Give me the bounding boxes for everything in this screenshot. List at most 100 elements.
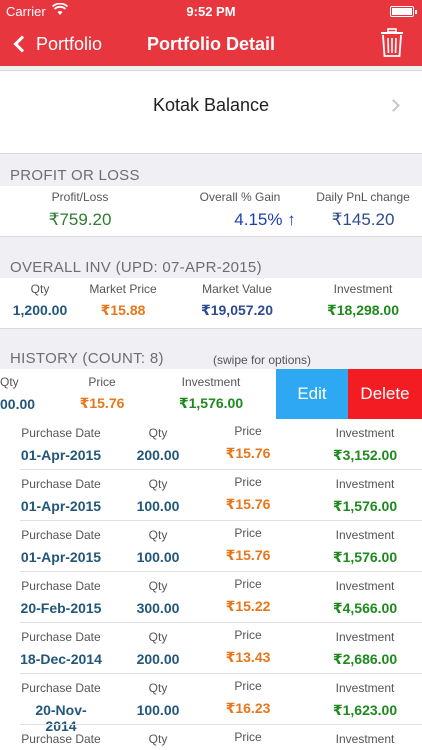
price-label: Price: [88, 375, 116, 389]
market-price-value: ₹15.88: [100, 302, 146, 318]
divider: [0, 153, 422, 154]
qty-label: Qty: [148, 579, 168, 593]
price-value: ₹15.76: [225, 496, 271, 512]
investment-label: Investment: [333, 282, 393, 296]
purchase-date-value: 01-Apr-2015: [20, 498, 102, 514]
daily-value: ₹145.20: [331, 210, 395, 229]
price-value: ₹15.22: [225, 598, 271, 614]
battery-icon: [390, 6, 417, 17]
table-row[interactable]: Purchase Date Qty Price Investment: [0, 725, 422, 750]
purchase-date-label: Purchase Date: [21, 579, 101, 593]
purchase-date-label: Purchase Date: [21, 732, 101, 746]
arrow-up-icon: ↑: [287, 210, 296, 229]
qty-label: Qty: [148, 732, 168, 746]
pnl-section-title: PROFIT OR LOSS: [10, 167, 140, 184]
qty-label: Qty: [0, 375, 19, 389]
investment-value: ₹1,576.00: [332, 549, 398, 565]
investment-value: ₹1,623.00: [332, 702, 398, 718]
purchase-date-value: 20-Feb-2015: [20, 600, 102, 616]
qty-label: Qty: [148, 477, 168, 491]
qty-value: 100.00: [136, 498, 180, 514]
overall-section-title: OVERALL INV (UPD: 07-APR-2015): [10, 259, 262, 276]
investment-value: ₹4,566.00: [332, 600, 398, 616]
table-row[interactable]: Purchase Date 01-Apr-2015 Qty 200.00 Price…: [0, 419, 422, 470]
purchase-date-label: Purchase Date: [21, 477, 101, 491]
investment-label: Investment: [335, 630, 395, 644]
price-label: Price: [234, 730, 262, 744]
price-value: ₹15.76: [79, 395, 125, 411]
price-label: Price: [234, 526, 262, 540]
clock: 9:52 PM: [186, 4, 236, 19]
overall-qty-value: 1,200.00: [12, 302, 68, 318]
qty-label: Qty: [148, 681, 168, 695]
history-row-swiped[interactable]: Qty 00.00 Price ₹15.76 Investment ₹1,576…: [0, 369, 422, 419]
price-label: Price: [234, 628, 262, 642]
table-row[interactable]: Purchase Date 01-Apr-2015 Qty 100.00 Price…: [0, 521, 422, 572]
back-label: Portfolio: [36, 33, 103, 54]
stock-row[interactable]: Kotak Balance: [0, 71, 422, 153]
market-price-label: Market Price: [89, 282, 157, 296]
price-label: Price: [234, 475, 262, 489]
overall-qty-label: Qty: [30, 282, 50, 296]
purchase-date-label: Purchase Date: [21, 681, 101, 695]
investment-value: ₹1,576.00: [332, 498, 398, 514]
price-label: Price: [234, 424, 262, 438]
investment-value: ₹1,576.00: [178, 395, 244, 411]
investment-value: ₹3,152.00: [332, 447, 398, 463]
edit-button[interactable]: Edit: [276, 369, 348, 419]
purchase-date-label: Purchase Date: [21, 426, 101, 440]
table-row[interactable]: Purchase Date 20-Feb-2015 Qty 300.00 Price…: [0, 572, 422, 623]
table-row[interactable]: Purchase Date 01-Apr-2015 Qty 100.00 Price…: [0, 470, 422, 521]
divider: [0, 236, 422, 237]
chevron-left-icon: [13, 35, 31, 53]
purchase-date-value: 01-Apr-2015: [20, 447, 102, 463]
history-section-title: HISTORY (COUNT: 8): [10, 350, 164, 367]
gain-label: Overall % Gain: [199, 190, 281, 204]
price-label: Price: [234, 679, 262, 693]
purchase-date-label: Purchase Date: [21, 528, 101, 542]
purchase-date-label: Purchase Date: [21, 630, 101, 644]
divider: [0, 328, 422, 329]
price-value: ₹13.43: [225, 649, 271, 665]
investment-value: ₹18,298.00: [326, 302, 400, 318]
investment-value: ₹2,686.00: [332, 651, 398, 667]
profit-label: Profit/Loss: [51, 190, 109, 204]
qty-value: 200.00: [136, 651, 180, 667]
price-value: ₹16.23: [225, 700, 271, 716]
profit-value: ₹759.20: [48, 210, 112, 229]
qty-label: Qty: [148, 630, 168, 644]
investment-label: Investment: [181, 375, 241, 389]
gain-value: 4.15%: [234, 210, 283, 229]
qty-value: 100.00: [136, 549, 180, 565]
stock-name: Kotak Balance: [152, 95, 270, 115]
back-button[interactable]: Portfolio: [10, 22, 102, 66]
history-list: Purchase Date 01-Apr-2015 Qty 200.00 Price…: [0, 419, 422, 750]
table-row[interactable]: Purchase Date 20-Nov-2014 Qty 100.00 Price…: [0, 674, 422, 734]
qty-value: 300.00: [136, 600, 180, 616]
daily-label: Daily PnL change: [316, 190, 410, 204]
qty-label: Qty: [148, 426, 168, 440]
market-value-label: Market Value: [202, 282, 272, 296]
pnl-summary: Profit/Loss ₹759.20 Overall % Gain 4.15%…: [0, 186, 422, 236]
purchase-date-value: 18-Dec-2014: [20, 651, 102, 667]
price-value: ₹15.76: [225, 547, 271, 563]
overall-summary: Qty 1,200.00 Market Price ₹15.88 Market …: [0, 278, 422, 328]
status-bar: Carrier 9:52 PM: [0, 0, 422, 22]
qty-value: 100.00: [136, 702, 180, 718]
investment-label: Investment: [335, 528, 395, 542]
qty-value: 00.00: [0, 396, 36, 412]
investment-label: Investment: [335, 477, 395, 491]
navigation-bar: Portfolio Portfolio Detail: [0, 22, 422, 66]
delete-button[interactable]: Delete: [348, 369, 422, 419]
investment-label: Investment: [335, 732, 395, 746]
investment-label: Investment: [335, 681, 395, 695]
price-value: ₹15.76: [225, 445, 271, 461]
price-label: Price: [234, 577, 262, 591]
purchase-date-value: 01-Apr-2015: [20, 549, 102, 565]
table-row[interactable]: Purchase Date 18-Dec-2014 Qty 200.00 Price…: [0, 623, 422, 674]
qty-label: Qty: [148, 528, 168, 542]
swipe-hint: (swipe for options): [213, 353, 312, 367]
qty-value: 200.00: [136, 447, 180, 463]
investment-label: Investment: [335, 579, 395, 593]
trash-icon[interactable]: [380, 28, 404, 58]
